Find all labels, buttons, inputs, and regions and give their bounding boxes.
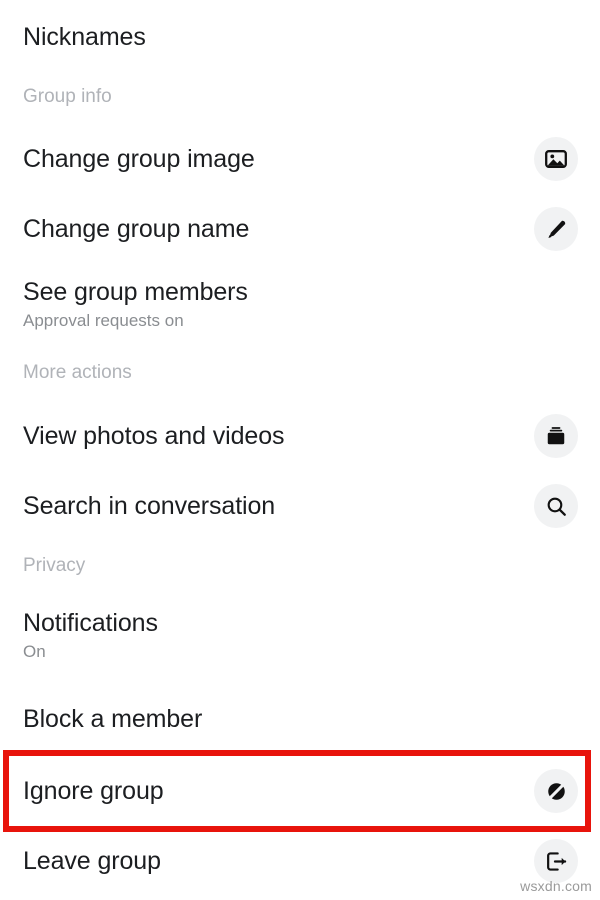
menu-row-search-in-conversation[interactable]: Search in conversation: [0, 480, 600, 532]
menu-row-label: See group members: [23, 277, 248, 306]
section-header-more-actions: More actions: [23, 362, 132, 383]
row-texts: Block a member: [23, 704, 578, 734]
row-texts: Notifications On: [23, 608, 578, 663]
menu-row-notifications[interactable]: Notifications On: [0, 605, 600, 665]
section-header-privacy: Privacy: [23, 555, 86, 576]
menu-row-view-photos-and-videos[interactable]: View photos and videos: [0, 410, 600, 462]
section-header-group-info: Group info: [23, 86, 112, 107]
menu-row-label: Change group name: [23, 215, 250, 243]
menu-row-subtitle: On: [23, 641, 46, 661]
menu-row-label: Ignore group: [23, 777, 164, 805]
menu-row-change-group-image[interactable]: Change group image: [0, 133, 600, 185]
image-icon[interactable]: [534, 137, 578, 181]
row-texts: See group members Approval requests on: [23, 277, 578, 332]
row-texts: Nicknames: [23, 22, 578, 52]
menu-row-subtitle: Approval requests on: [23, 310, 184, 330]
menu-row-label: View photos and videos: [23, 422, 285, 450]
menu-row-label: Block a member: [23, 705, 203, 733]
menu-row-label: Notifications: [23, 608, 158, 637]
menu-row-leave-group[interactable]: Leave group: [0, 835, 600, 887]
row-texts: Ignore group: [23, 776, 522, 806]
menu-row-see-group-members[interactable]: See group members Approval requests on: [0, 274, 600, 334]
media-stack-icon[interactable]: [534, 414, 578, 458]
ignore-slash-icon[interactable]: [534, 769, 578, 813]
row-texts: Change group image: [23, 144, 522, 174]
watermark: wsxdn.com: [520, 878, 592, 894]
exit-icon[interactable]: [534, 839, 578, 883]
row-texts: Search in conversation: [23, 491, 522, 521]
menu-row-nicknames[interactable]: Nicknames: [0, 14, 600, 60]
row-texts: View photos and videos: [23, 421, 522, 451]
search-icon[interactable]: [534, 484, 578, 528]
menu-row-block-a-member[interactable]: Block a member: [0, 696, 600, 742]
menu-row-label: Leave group: [23, 847, 161, 875]
menu-row-change-group-name[interactable]: Change group name: [0, 203, 600, 255]
row-texts: Change group name: [23, 214, 522, 244]
menu-row-ignore-group[interactable]: Ignore group: [0, 765, 600, 817]
menu-row-label: Nicknames: [23, 23, 146, 51]
menu-row-label: Search in conversation: [23, 492, 276, 520]
row-texts: Leave group: [23, 846, 522, 876]
pencil-icon[interactable]: [534, 207, 578, 251]
menu-row-label: Change group image: [23, 145, 255, 173]
group-details-screen: Nicknames Group info Change group image …: [0, 0, 600, 900]
